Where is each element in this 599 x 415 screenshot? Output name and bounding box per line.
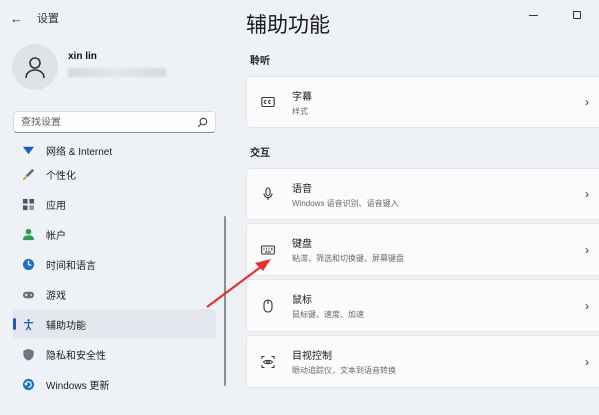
card-subtitle: 粘滞、筛选和切换键、屏幕键盘 bbox=[292, 254, 404, 263]
user-profile[interactable]: xin lin bbox=[12, 44, 166, 90]
card-subtitle: 样式 bbox=[292, 106, 308, 116]
sidebar-item-network[interactable]: 网络 & Internet bbox=[13, 139, 216, 159]
card-text: 目视控制 眼动追踪仪，文本到语音转换 bbox=[292, 347, 396, 376]
search-box[interactable] bbox=[13, 111, 216, 133]
card-subtitle: Windows 语音识别、语音键入 bbox=[292, 198, 399, 208]
avatar bbox=[12, 44, 58, 90]
search-icon[interactable] bbox=[197, 117, 208, 128]
card-title: 鼠标 bbox=[292, 295, 312, 306]
section-label-hearing: 聆听 bbox=[250, 56, 270, 67]
chevron-right-icon: › bbox=[585, 354, 589, 369]
card-subtitle: 眼动追踪仪，文本到语音转换 bbox=[292, 366, 396, 375]
chevron-right-icon: › bbox=[585, 95, 589, 109]
card-captions[interactable]: 字幕 样式 › bbox=[246, 76, 599, 128]
account-icon bbox=[21, 227, 35, 241]
sidebar-item-privacy-security[interactable]: 隐私和安全性 bbox=[13, 339, 216, 369]
sidebar-item-time-language[interactable]: 时间和语言 bbox=[13, 249, 216, 279]
sidebar-item-label: 帐户 bbox=[46, 230, 66, 242]
sidebar-item-label: Windows 更新 bbox=[46, 380, 110, 392]
card-text: 语音 Windows 语音识别、语音键入 bbox=[292, 180, 399, 209]
microphone-icon bbox=[261, 187, 275, 201]
gaming-icon bbox=[21, 287, 35, 301]
sidebar-item-label: 辅助功能 bbox=[46, 320, 86, 332]
card-text: 键盘 粘滞、筛选和切换键、屏幕键盘 bbox=[292, 235, 404, 264]
sidebar-item-apps[interactable]: 应用 bbox=[13, 189, 216, 219]
windows-update-icon bbox=[21, 377, 35, 391]
sidebar-item-label: 应用 bbox=[46, 200, 66, 212]
network-icon bbox=[21, 143, 35, 157]
card-keyboard[interactable]: 键盘 粘滞、筛选和切换键、屏幕键盘 › bbox=[246, 223, 599, 276]
page-title: 辅助功能 bbox=[246, 14, 330, 37]
sidebar-item-label: 个性化 bbox=[46, 170, 76, 182]
card-title: 字幕 bbox=[292, 91, 312, 103]
app-title: 设置 bbox=[37, 13, 59, 25]
sidebar-item-label: 隐私和安全性 bbox=[46, 350, 106, 362]
sidebar-item-windows-update[interactable]: Windows 更新 bbox=[13, 369, 216, 399]
card-text: 字幕 样式 bbox=[292, 88, 312, 117]
accessibility-icon bbox=[21, 317, 35, 331]
captions-icon bbox=[261, 95, 275, 109]
chevron-right-icon: › bbox=[585, 298, 589, 313]
person-icon bbox=[25, 57, 45, 79]
sidebar-item-gaming[interactable]: 游戏 bbox=[13, 279, 216, 309]
profile-email-blurred bbox=[68, 68, 166, 77]
card-mouse[interactable]: 鼠标 鼠标键、速度、加速 › bbox=[246, 279, 599, 332]
sidebar-item-personalization[interactable]: 个性化 bbox=[13, 159, 216, 189]
card-title: 目视控制 bbox=[292, 351, 332, 362]
chevron-right-icon: › bbox=[585, 242, 589, 257]
card-speech[interactable]: 语音 Windows 语音识别、语音键入 › bbox=[246, 168, 599, 220]
sidebar-item-label: 游戏 bbox=[46, 290, 66, 302]
search-input[interactable] bbox=[21, 116, 191, 128]
eye-control-icon bbox=[261, 355, 275, 369]
sidebar-item-accessibility[interactable]: 辅助功能 bbox=[13, 309, 216, 339]
title-bar: ← 设置 bbox=[10, 8, 59, 28]
chevron-right-icon: › bbox=[585, 187, 589, 201]
card-text: 鼠标 鼠标键、速度、加速 bbox=[292, 291, 364, 320]
sidebar-item-label: 网络 & Internet bbox=[46, 147, 113, 158]
apps-icon bbox=[21, 197, 35, 211]
card-subtitle: 鼠标键、速度、加速 bbox=[292, 310, 364, 319]
section-label-interaction: 交互 bbox=[250, 148, 270, 159]
sidebar-item-accounts[interactable]: 帐户 bbox=[13, 219, 216, 249]
profile-name: xin lin bbox=[68, 51, 97, 62]
brush-icon bbox=[21, 167, 35, 181]
sidebar-nav: 网络 & Internet 个性化 应用 帐户 时间和语言 游戏 辅助功能 隐私… bbox=[13, 139, 216, 399]
main-content: 辅助功能 聆听 字幕 样式 › 交互 语音 Windows 语音识别、语音键入 … bbox=[232, 0, 599, 415]
mouse-icon bbox=[261, 298, 275, 313]
card-eye-control[interactable]: 目视控制 眼动追踪仪，文本到语音转换 › bbox=[246, 335, 599, 388]
card-title: 键盘 bbox=[292, 239, 312, 250]
card-title: 语音 bbox=[292, 183, 312, 195]
time-language-icon bbox=[21, 257, 35, 271]
sidebar-item-label: 时间和语言 bbox=[46, 260, 96, 272]
sidebar: xin lin 网络 & Internet 个性化 应用 bbox=[0, 36, 230, 415]
sidebar-scrollbar[interactable] bbox=[224, 216, 226, 386]
shield-icon bbox=[21, 347, 35, 361]
profile-info: xin lin bbox=[68, 51, 166, 77]
back-arrow-icon[interactable]: ← bbox=[10, 11, 23, 26]
keyboard-icon bbox=[261, 243, 275, 257]
